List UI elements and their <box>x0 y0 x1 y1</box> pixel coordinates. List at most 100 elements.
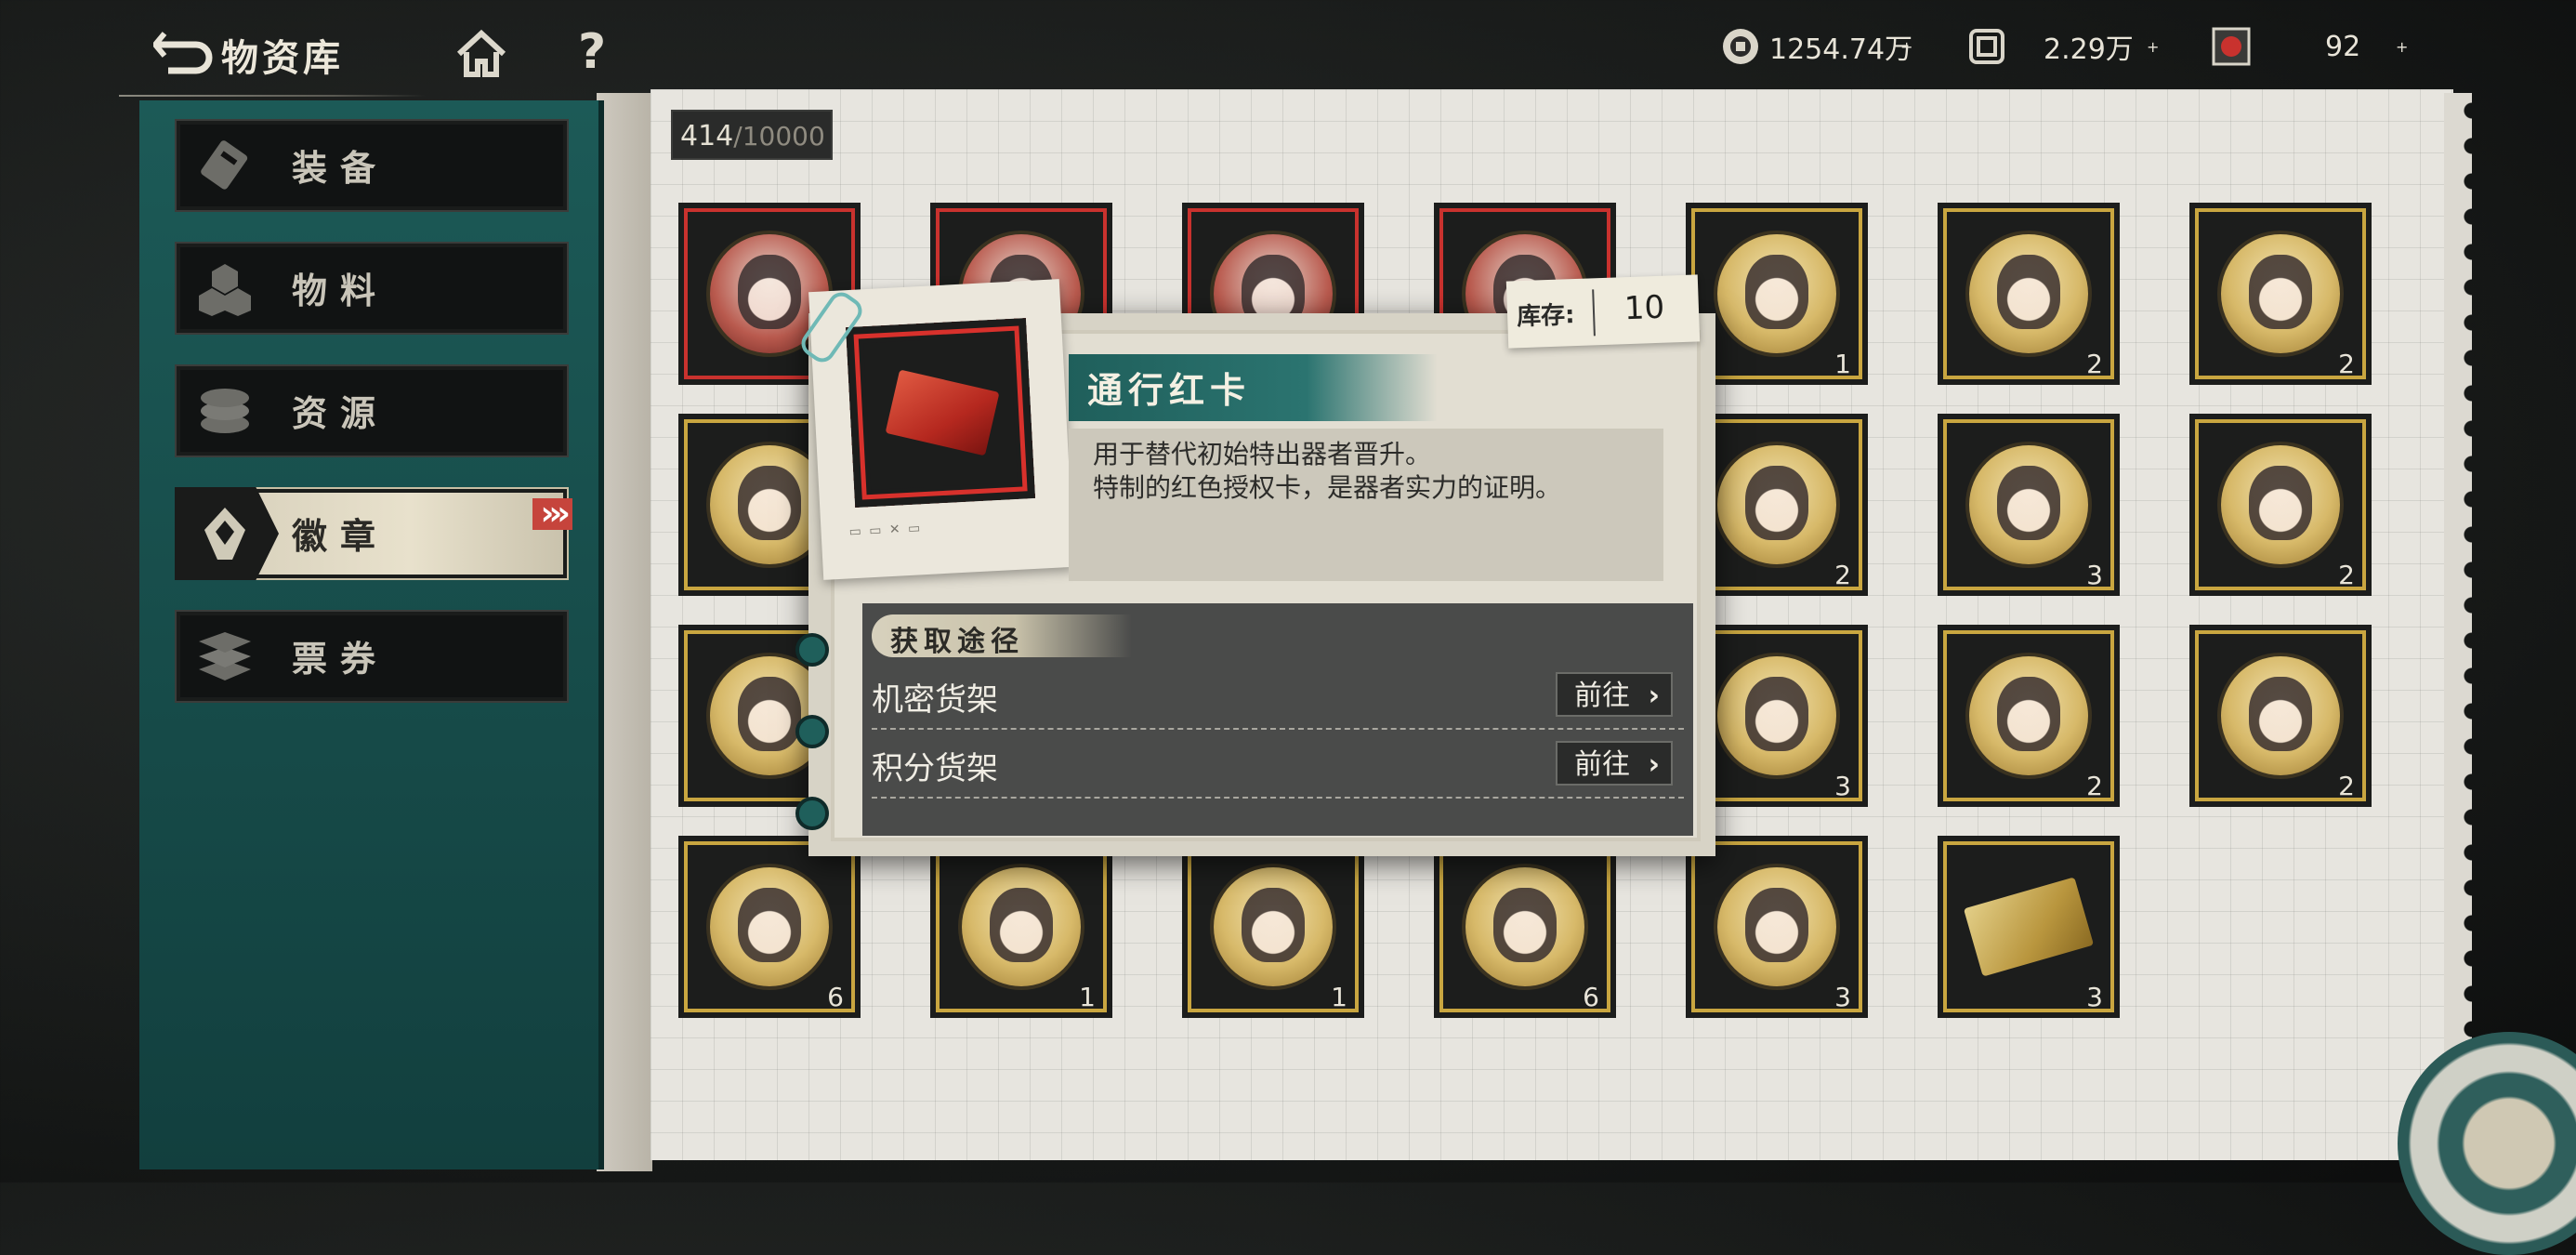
item-name: 通行红卡 <box>1087 370 1252 411</box>
item-detail-popup: ▭ ▭ ✕ ▭ 通行红卡 用于替代初始特出器者晋升。 特制的红色授权卡，是器者实… <box>795 274 1715 856</box>
item-quantity: 3 <box>1834 982 1851 1012</box>
source-label: 积分货架 <box>872 750 998 787</box>
stamp-icon <box>1969 29 2004 64</box>
character-badge-portrait <box>1969 234 2088 353</box>
character-badge-portrait <box>962 867 1081 986</box>
tickets-icon <box>199 632 251 680</box>
inventory-count: 414 <box>680 120 734 152</box>
binder-ring <box>795 797 829 830</box>
home-icon[interactable] <box>453 28 509 80</box>
character-badge-portrait <box>1717 445 1836 564</box>
inventory-item[interactable]: 2 <box>2189 414 2372 596</box>
character-badge-portrait <box>1969 656 2088 775</box>
red-pass-card-image <box>885 369 1000 456</box>
goto-button[interactable]: 前往 › <box>1556 741 1673 786</box>
item-quantity: 6 <box>1583 982 1599 1012</box>
page-title: 物资库 <box>221 37 344 80</box>
stock-value: 10 <box>1623 288 1665 328</box>
sidebar-item-label: 徽章 <box>292 516 389 557</box>
sidebar-paper-edge <box>597 93 652 1171</box>
description-line: 特制的红色授权卡，是器者实力的证明。 <box>1093 472 1562 503</box>
item-quantity: 2 <box>2338 349 2355 379</box>
sidebar-item-resources[interactable]: 资源 <box>175 364 569 457</box>
inventory-item[interactable]: 3 <box>1686 836 1868 1018</box>
goto-label: 前往 <box>1574 748 1630 781</box>
paper-perforation <box>2444 93 2472 1153</box>
description-line: 用于替代初始特出器者晋升。 <box>1093 439 1432 469</box>
sidebar-item-label: 票券 <box>292 639 389 680</box>
add-emblem-button[interactable]: + <box>2396 20 2408 73</box>
inventory-item[interactable]: 6 <box>1434 836 1616 1018</box>
source-label: 机密货架 <box>872 681 998 719</box>
help-button[interactable]: ? <box>578 24 606 80</box>
item-quantity: 2 <box>2338 771 2355 801</box>
coin-icon <box>1723 29 1758 64</box>
source-row-points-shelf: 积分货架 前往 › <box>872 730 1684 799</box>
add-stamp-button[interactable]: + <box>2147 20 2159 73</box>
item-quantity: 2 <box>2086 349 2103 379</box>
character-badge-portrait <box>1465 867 1584 986</box>
character-badge-portrait <box>2221 234 2340 353</box>
goto-button[interactable]: 前往 › <box>1556 672 1673 717</box>
item-quantity: 2 <box>1834 560 1851 590</box>
resource-value: 92 <box>2325 30 2361 63</box>
inventory-item[interactable]: 2 <box>1938 625 2120 807</box>
acquisition-section: 获取途径 机密货架 前往 › 积分货架 前往 › <box>862 603 1693 836</box>
thumbnail-stamp-decoration: ▭ ▭ ✕ ▭ <box>848 521 923 540</box>
character-badge-portrait <box>2221 445 2340 564</box>
sidebar-item-label: 资源 <box>292 393 389 434</box>
item-quantity: 1 <box>1331 982 1347 1012</box>
sidebar-item-label: 物料 <box>292 271 389 311</box>
add-coin-button[interactable]: + <box>1900 20 1912 73</box>
character-badge-portrait <box>2221 656 2340 775</box>
sidebar-item-badges[interactable]: 徽章 ››› <box>175 487 572 580</box>
inventory-item[interactable]: 2 <box>2189 625 2372 807</box>
inventory-item[interactable]: 2 <box>2189 203 2372 385</box>
character-badge-portrait <box>1969 445 2088 564</box>
character-badge-portrait <box>710 867 829 986</box>
item-quantity: 3 <box>2086 560 2103 590</box>
resource-coin: 1254.74万 <box>1719 20 1912 73</box>
resource-stamp: 2.29万 <box>1965 20 2134 73</box>
source-row-secret-shelf: 机密货架 前往 › <box>872 661 1684 730</box>
title-underline <box>119 95 426 97</box>
character-badge-portrait <box>1214 867 1333 986</box>
stock-label: 库存: <box>1516 301 1576 332</box>
binder-ring <box>795 633 829 667</box>
inventory-item[interactable]: 2 <box>1938 203 2120 385</box>
item-quantity: 1 <box>1834 349 1851 379</box>
item-thumbnail-frame <box>846 318 1036 508</box>
goto-label: 前往 <box>1574 680 1630 712</box>
item-quantity: 2 <box>2338 560 2355 590</box>
resource-emblem: 92 <box>2210 20 2360 73</box>
item-description: 用于替代初始特出器者晋升。 特制的红色授权卡，是器者实力的证明。 <box>1093 438 1561 505</box>
red-emblem-icon <box>2212 27 2251 66</box>
pass-card-image <box>1963 877 2095 977</box>
materials-icon <box>199 264 251 316</box>
character-badge-portrait <box>1717 656 1836 775</box>
inventory-item[interactable]: 3 <box>1938 836 2120 1018</box>
active-chevron-icon: ››› <box>532 497 572 531</box>
item-quantity: 3 <box>2086 982 2103 1012</box>
stock-divider <box>1592 289 1596 337</box>
resources-icon <box>201 389 249 433</box>
inventory-item[interactable]: 3 <box>1938 414 2120 596</box>
item-quantity: 3 <box>1834 771 1851 801</box>
badge-icon <box>204 508 245 560</box>
inventory-capacity: /10000 <box>733 121 825 152</box>
binder-ring <box>795 715 829 748</box>
inventory-item[interactable]: 1 <box>1182 836 1364 1018</box>
item-quantity: 6 <box>827 982 844 1012</box>
inventory-item[interactable]: 6 <box>678 836 861 1018</box>
chevron-right-icon: › <box>1648 680 1660 712</box>
sidebar-item-tickets[interactable]: 票券 <box>175 610 569 703</box>
resource-value: 1254.74万 <box>1769 33 1913 66</box>
resource-value: 2.29万 <box>2044 33 2134 66</box>
stock-tag: 库存: 10 <box>1505 274 1701 349</box>
inventory-item[interactable]: 1 <box>930 836 1112 1018</box>
sidebar-item-equipment[interactable]: 装备 <box>175 119 569 212</box>
character-badge-portrait <box>1717 234 1836 353</box>
sidebar-item-materials[interactable]: 物料 <box>175 242 569 335</box>
back-arrow-icon[interactable] <box>153 26 218 82</box>
equipment-icon <box>201 140 248 190</box>
